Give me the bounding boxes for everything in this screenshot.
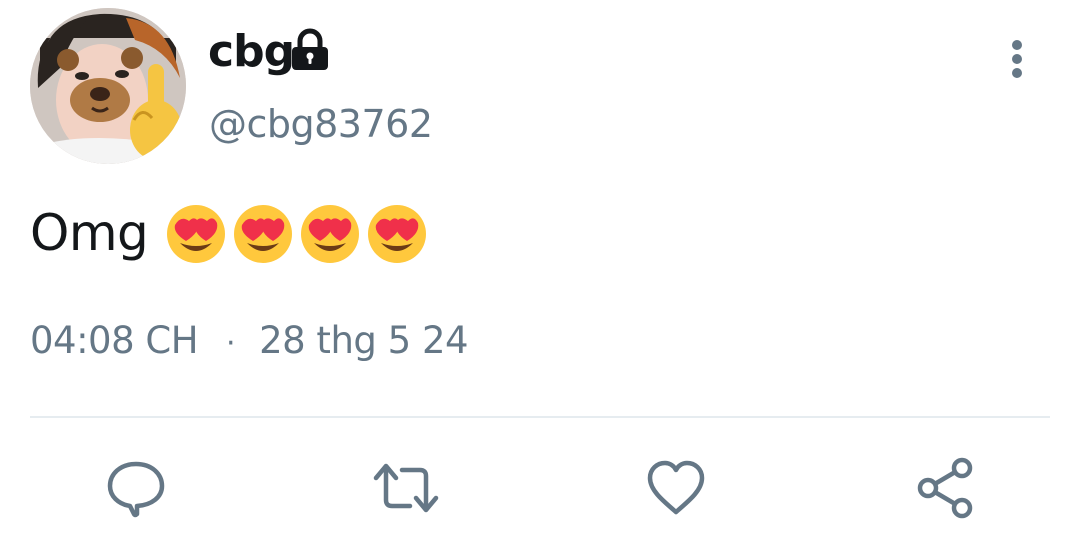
tweet-date[interactable]: 28 thg 5 24 bbox=[259, 319, 468, 362]
reply-button[interactable] bbox=[104, 456, 168, 520]
heart-icon bbox=[647, 460, 705, 515]
display-name[interactable]: cbg bbox=[208, 24, 295, 80]
retweet-button[interactable] bbox=[372, 456, 439, 520]
vertical-ellipsis-icon[interactable] bbox=[1000, 38, 1034, 82]
heart-eyes-emoji-icon bbox=[234, 205, 292, 263]
divider bbox=[30, 416, 1050, 418]
retweet-icon bbox=[373, 463, 439, 513]
like-button[interactable] bbox=[644, 456, 708, 520]
handle[interactable]: @cbg83762 bbox=[209, 98, 433, 150]
heart-eyes-emoji-icon bbox=[301, 205, 359, 263]
heart-eyes-emoji-icon bbox=[167, 205, 225, 263]
emoji-row bbox=[165, 203, 433, 265]
lock-icon bbox=[292, 28, 328, 70]
tweet-card: cbg @cbg83762 Omg 04:08 CH · 28 thg 5 24 bbox=[0, 0, 1080, 540]
tweet-text: Omg bbox=[30, 204, 149, 262]
tweet-time[interactable]: 04:08 CH bbox=[30, 319, 199, 362]
speech-bubble-icon bbox=[107, 461, 165, 518]
avatar[interactable] bbox=[30, 8, 186, 164]
share-button[interactable] bbox=[914, 456, 978, 520]
share-icon bbox=[917, 457, 973, 519]
tweet-metadata: 04:08 CH · 28 thg 5 24 bbox=[30, 317, 469, 368]
meta-separator: · bbox=[226, 326, 236, 361]
heart-eyes-emoji-icon bbox=[368, 205, 426, 263]
